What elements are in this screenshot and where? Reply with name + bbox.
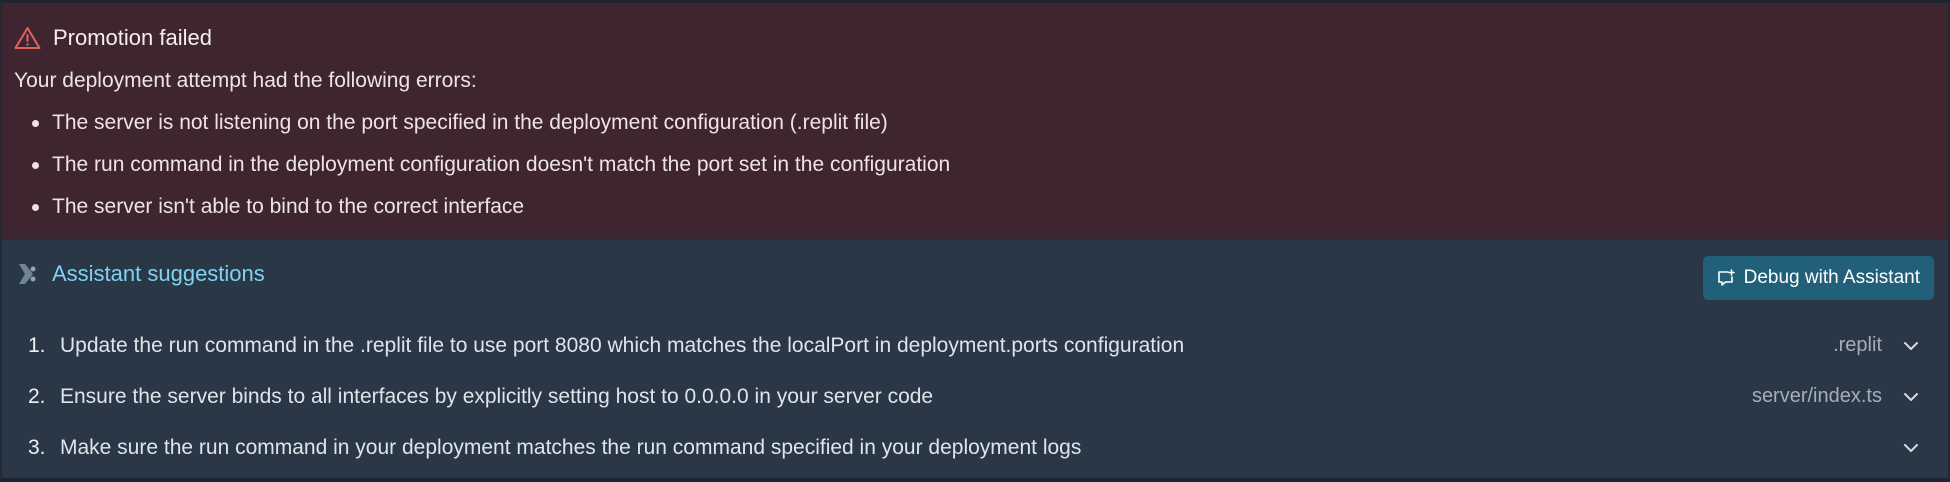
assistant-suggestions-panel: Assistant suggestions Debug with Assista… [2,240,1948,478]
suggestion-file-link[interactable]: server/index.ts [1752,385,1882,408]
suggestions-header: Assistant suggestions [16,257,265,291]
suggestion-number: 3. [28,435,46,459]
suggestion-text: Update the run command in the .replit fi… [60,333,1185,357]
bullet [32,204,39,211]
suggestions-title: Assistant suggestions [52,261,265,286]
suggestion-text: Ensure the server binds to all interface… [60,384,934,408]
suggestion-item[interactable]: 3. Make sure the run command in your dep… [2,422,1948,473]
error-item-text: The server is not listening on the port … [52,111,888,134]
suggestion-item[interactable]: 2. Ensure the server binds to all interf… [2,371,1948,422]
suggestion-item[interactable]: 1. Update the run command in the .replit… [2,320,1948,371]
deployment-result-panel: Promotion failed Your deployment attempt… [0,0,1950,482]
chat-plus-icon [1717,269,1735,287]
error-header: Promotion failed [14,23,212,53]
error-panel: Promotion failed Your deployment attempt… [2,3,1948,240]
error-item: The server isn't able to bind to the cor… [32,192,950,234]
error-item: The server is not listening on the port … [32,108,950,150]
chevron-down-icon[interactable] [1902,337,1920,355]
debug-with-assistant-button[interactable]: Debug with Assistant [1702,256,1934,300]
error-title: Promotion failed [53,25,212,50]
chevron-down-icon[interactable] [1902,388,1920,406]
suggestions-list: 1. Update the run command in the .replit… [2,320,1948,473]
debug-button-label: Debug with Assistant [1743,267,1920,288]
suggestion-number: 2. [28,384,46,408]
assistant-icon [16,261,38,287]
suggestion-text: Make sure the run command in your deploy… [60,435,1082,459]
bullet [32,162,39,169]
chevron-down-icon[interactable] [1902,439,1920,457]
warning-triangle-icon [14,26,41,50]
error-item: The run command in the deployment config… [32,150,951,192]
error-item-text: The server isn't able to bind to the cor… [52,195,525,218]
error-item-text: The run command in the deployment config… [52,153,951,176]
error-intro: Your deployment attempt had the followin… [14,69,477,92]
bullet [32,120,39,127]
suggestion-file-link[interactable]: .replit [1833,334,1882,357]
error-list: The server is not listening on the port … [32,108,951,234]
suggestion-number: 1. [28,333,46,357]
